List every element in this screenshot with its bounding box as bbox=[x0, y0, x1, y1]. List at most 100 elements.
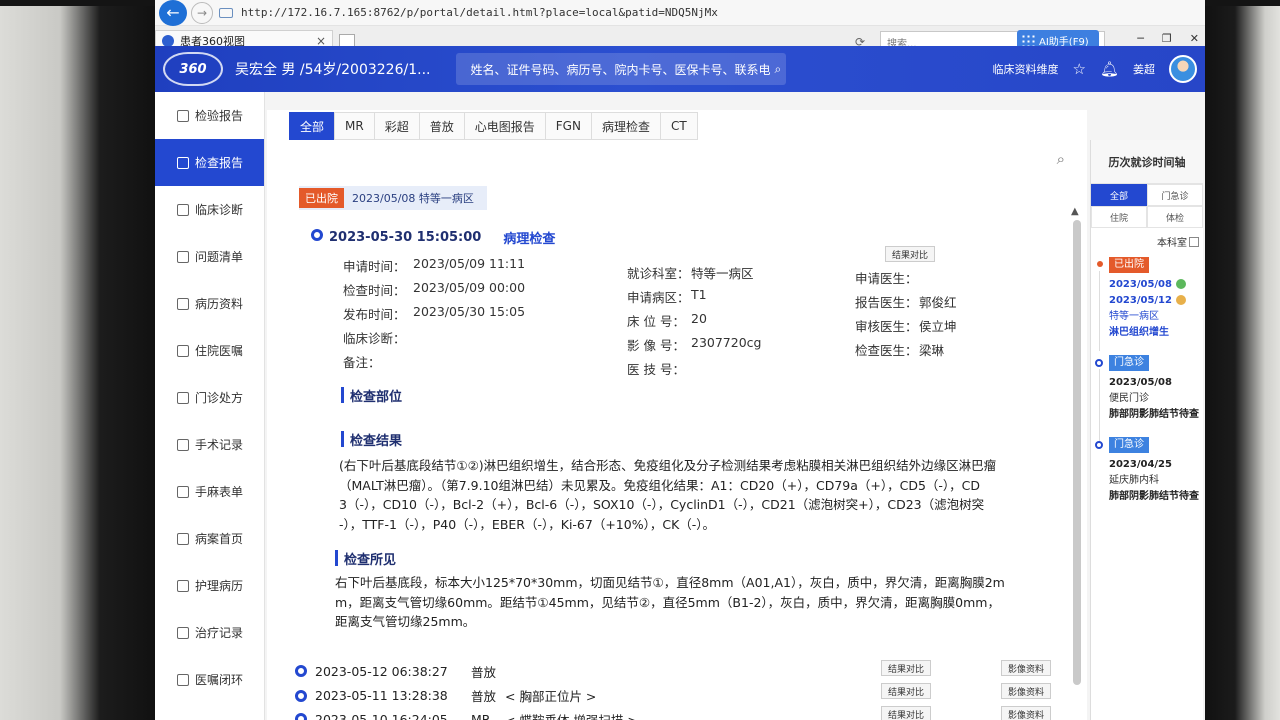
sidebar-item-lab-report[interactable]: 检验报告 bbox=[155, 92, 264, 139]
timeline-dot bbox=[295, 713, 307, 720]
ai-dots-icon bbox=[1021, 34, 1035, 46]
loop-icon bbox=[177, 673, 189, 686]
status-badge: 门急诊 bbox=[1109, 437, 1149, 453]
tab-fgn[interactable]: FGN bbox=[544, 112, 592, 140]
history-tab-inpatient[interactable]: 住院 bbox=[1091, 206, 1147, 228]
sidebar-item-inpatient-orders[interactable]: 住院医嘱 bbox=[155, 327, 264, 374]
page-icon bbox=[219, 7, 233, 18]
main-scrollbar[interactable]: ▲ bbox=[1071, 206, 1081, 686]
scrollbar-thumb[interactable] bbox=[1073, 220, 1081, 685]
info-column-location: 就诊科室： 特等一病区 申请病区： T1 床 位 号： 20 影 像 号： 230772… bbox=[627, 263, 761, 383]
status-badge: 已出院 bbox=[1109, 257, 1149, 273]
address-bar: ← → http://172.16.7.165:8762/p/portal/de… bbox=[155, 0, 1205, 26]
nursing-icon bbox=[177, 579, 189, 592]
tab-pathology[interactable]: 病理检查 bbox=[590, 112, 661, 140]
tab-ultrasound[interactable]: 彩超 bbox=[373, 112, 420, 140]
form-icon bbox=[177, 485, 189, 498]
compare-results-button[interactable]: 结果对比 bbox=[881, 706, 932, 720]
image-data-button[interactable]: 影像资料 bbox=[1001, 683, 1052, 699]
back-button[interactable]: ← bbox=[159, 0, 187, 26]
timeline-dot bbox=[295, 690, 307, 702]
history-entry[interactable]: 门急诊 2023/05/08 便民门诊 肺部阴影肺结节待查 bbox=[1091, 355, 1203, 449]
history-tab-all[interactable]: 全部 bbox=[1091, 184, 1147, 206]
visit-label: 2023/05/08 特等一病区 bbox=[352, 192, 474, 205]
info-row: 报告医生： 郭俊红 bbox=[855, 295, 957, 310]
timeline-pin-icon bbox=[1095, 441, 1103, 449]
info-row: 申请时间： 2023/05/09 11:11 bbox=[343, 256, 526, 274]
history-tab-checkup[interactable]: 体检 bbox=[1147, 206, 1203, 228]
user-name[interactable]: 姜超 bbox=[1133, 61, 1155, 77]
avatar[interactable] bbox=[1169, 55, 1197, 83]
timeline-line bbox=[1099, 271, 1100, 351]
tab-ct[interactable]: CT bbox=[659, 112, 698, 140]
close-window-icon[interactable]: ✕ bbox=[1190, 32, 1199, 45]
history-entry[interactable]: 门急诊 2023/04/25 延庆肺内科 肺部阴影肺结节待查 bbox=[1091, 437, 1203, 505]
sidebar-item-order-loop[interactable]: 医嘱闭环 bbox=[155, 656, 264, 703]
tab-mr[interactable]: MR bbox=[334, 112, 375, 140]
record-type: 病理检查 bbox=[503, 232, 556, 247]
report-icon bbox=[177, 156, 189, 169]
visit-tag[interactable]: 已出院 2023/05/08 特等一病区 bbox=[299, 186, 487, 210]
sidebar-item-surgery-records[interactable]: 手术记录 bbox=[155, 421, 264, 468]
timeline-item[interactable]: 2023-05-11 13:28:38 普放 < 胸部正位片 > bbox=[315, 686, 596, 705]
compare-results-button[interactable]: 结果对比 bbox=[881, 683, 932, 699]
scroll-up-icon[interactable]: ▲ bbox=[1071, 206, 1079, 217]
timeline-dot bbox=[311, 229, 323, 241]
url-text[interactable]: http://172.16.7.165:8762/p/portal/detail… bbox=[241, 6, 718, 19]
list-icon bbox=[177, 297, 189, 310]
sidebar-item-exam-report[interactable]: 检查报告 bbox=[155, 139, 264, 186]
history-entry[interactable]: 已出院 2023/05/08 2023/05/12 特等一病区 淋巴组织增生 bbox=[1091, 257, 1203, 351]
info-row: 检查时间： 2023/05/09 00:00 bbox=[343, 280, 526, 298]
discharge-icon bbox=[1175, 295, 1186, 305]
sidebar-item-anesthesia-forms[interactable]: 手麻表单 bbox=[155, 468, 264, 515]
monitor-left-edge bbox=[0, 0, 155, 720]
timeline-item[interactable]: 2023-05-12 06:38:27 普放 bbox=[315, 662, 505, 681]
compare-results-button[interactable]: 结果对比 bbox=[885, 246, 936, 262]
section-title-exam-site: 检查部位 bbox=[341, 387, 402, 405]
info-row: 申请病区： T1 bbox=[627, 287, 707, 305]
timeline-item[interactable]: 2023-05-10 16:24:05 MR < 蝶鞍垂体 增强扫描 > bbox=[315, 710, 638, 720]
search-icon[interactable]: ⌕ bbox=[775, 62, 782, 77]
tab-all[interactable]: 全部 bbox=[289, 112, 336, 140]
minimize-icon[interactable]: ─ bbox=[1137, 32, 1144, 45]
info-row: 申请医生： bbox=[855, 271, 918, 286]
browser-window: ← → http://172.16.7.165:8762/p/portal/de… bbox=[155, 0, 1205, 720]
orders-icon bbox=[177, 344, 189, 357]
tab-ecg[interactable]: 心电图报告 bbox=[463, 112, 546, 140]
sidebar-item-medical-records[interactable]: 病历资料 bbox=[155, 280, 264, 327]
info-row: 检查医生： 梁琳 bbox=[855, 343, 945, 358]
forward-button[interactable]: → bbox=[191, 1, 213, 24]
treatment-icon bbox=[177, 626, 189, 639]
search-icon[interactable]: ⌕ bbox=[1057, 150, 1065, 168]
image-data-button[interactable]: 影像资料 bbox=[1001, 706, 1052, 720]
flask-icon bbox=[177, 109, 189, 122]
window-controls: ─ ❐ ✕ bbox=[1137, 32, 1199, 45]
sidebar-item-case-front-page[interactable]: 病案首页 bbox=[155, 515, 264, 562]
admit-icon bbox=[1175, 279, 1186, 289]
clinical-dimension-menu[interactable]: 临床资料维度 bbox=[993, 61, 1059, 77]
case-icon bbox=[177, 532, 189, 545]
sidebar-item-problem-list[interactable]: 问题清单 bbox=[155, 233, 264, 280]
image-data-button[interactable]: 影像资料 bbox=[1001, 660, 1052, 676]
compare-results-button[interactable]: 结果对比 bbox=[881, 660, 932, 676]
sidebar-item-outpatient-rx[interactable]: 门诊处方 bbox=[155, 374, 264, 421]
history-tab-outpatient[interactable]: 门急诊 bbox=[1147, 184, 1203, 206]
patient-search-input[interactable]: 姓名、证件号码、病历号、院内卡号、医保卡号、联系电 ⌕ bbox=[456, 53, 787, 85]
status-badge: 门急诊 bbox=[1109, 355, 1149, 371]
visit-history-panel: 历次就诊时间轴 全部 门急诊 住院 体检 本科室 已出院 2023/05/08 … bbox=[1090, 140, 1203, 720]
filter-tabs: 全部 MR 彩超 普放 心电图报告 FGN 病理检查 CT bbox=[289, 112, 698, 140]
findings-text: 右下叶后基底段，标本大小125*70*30mm，切面见结节①，直径8mm（A01… bbox=[335, 575, 1005, 629]
star-icon[interactable]: ☆ bbox=[1073, 60, 1086, 78]
record-header: 2023-05-30 15:05:00 病理检查 bbox=[329, 228, 555, 247]
checkbox-box[interactable] bbox=[1189, 236, 1199, 247]
info-row: 床 位 号： 20 bbox=[627, 311, 707, 329]
tab-xray[interactable]: 普放 bbox=[418, 112, 465, 140]
timeline-pin-icon bbox=[1097, 261, 1103, 267]
sidebar-item-nursing-records[interactable]: 护理病历 bbox=[155, 562, 264, 609]
app-header: 360 吴宏全 男 /54岁/2003226/1... 姓名、证件号码、病历号、… bbox=[155, 46, 1205, 92]
department-only-checkbox[interactable]: 本科室 bbox=[1091, 228, 1203, 255]
sidebar-item-treatment-records[interactable]: 治疗记录 bbox=[155, 609, 264, 656]
bell-icon[interactable]: 🔔︎ bbox=[1100, 60, 1119, 78]
restore-icon[interactable]: ❐ bbox=[1162, 32, 1172, 45]
sidebar-item-clinical-diagnosis[interactable]: 临床诊断 bbox=[155, 186, 264, 233]
